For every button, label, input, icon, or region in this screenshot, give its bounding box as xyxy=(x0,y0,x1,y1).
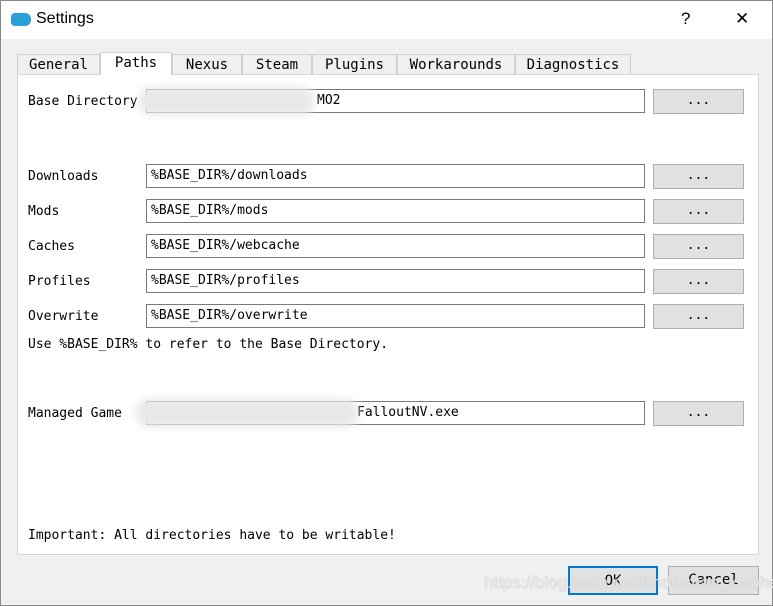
managed-game-label: Managed Game xyxy=(28,406,122,421)
profiles-label: Profiles xyxy=(28,274,91,289)
downloads-browse-button[interactable]: ... xyxy=(653,164,744,189)
tab-steam[interactable]: Steam xyxy=(242,54,312,75)
settings-dialog: Settings ? ✕ General Paths Nexus Steam P… xyxy=(0,0,773,606)
mods-browse-button[interactable]: ... xyxy=(653,199,744,224)
overwrite-label: Overwrite xyxy=(28,309,99,324)
mods-input[interactable]: %BASE_DIR%/mods xyxy=(146,199,645,223)
profiles-browse-button[interactable]: ... xyxy=(653,269,744,294)
tab-diagnostics[interactable]: Diagnostics xyxy=(515,54,631,75)
close-button[interactable]: ✕ xyxy=(735,9,749,29)
tab-nexus[interactable]: Nexus xyxy=(172,54,242,75)
caches-browse-button[interactable]: ... xyxy=(653,234,744,259)
title-bar: Settings ? ✕ xyxy=(1,1,772,39)
base-directory-label: Base Directory xyxy=(28,94,138,109)
tab-plugins[interactable]: Plugins xyxy=(312,54,397,75)
important-note: Important: All directories have to be wr… xyxy=(28,528,396,543)
redacted-region xyxy=(136,399,358,427)
window-title: Settings xyxy=(36,10,94,27)
managed-game-browse-button[interactable]: ... xyxy=(653,401,744,426)
help-button[interactable]: ? xyxy=(681,9,690,29)
overwrite-input[interactable]: %BASE_DIR%/overwrite xyxy=(146,304,645,328)
caches-input[interactable]: %BASE_DIR%/webcache xyxy=(146,234,645,258)
watermark: https://blog.csdn.net/Enderman_xiaohei xyxy=(484,573,773,592)
caches-label: Caches xyxy=(28,239,75,254)
base-directory-browse-button[interactable]: ... xyxy=(653,89,744,114)
tab-workarounds[interactable]: Workarounds xyxy=(397,54,515,75)
base-dir-hint: Use %BASE_DIR% to refer to the Base Dire… xyxy=(28,337,389,352)
mods-label: Mods xyxy=(28,204,60,219)
profiles-input[interactable]: %BASE_DIR%/profiles xyxy=(146,269,645,293)
downloads-label: Downloads xyxy=(28,169,99,184)
tab-paths[interactable]: Paths xyxy=(100,52,172,75)
redacted-region xyxy=(139,87,314,115)
downloads-input[interactable]: %BASE_DIR%/downloads xyxy=(146,164,645,188)
tab-general[interactable]: General xyxy=(17,54,100,75)
overwrite-browse-button[interactable]: ... xyxy=(653,304,744,329)
app-icon xyxy=(11,13,31,26)
